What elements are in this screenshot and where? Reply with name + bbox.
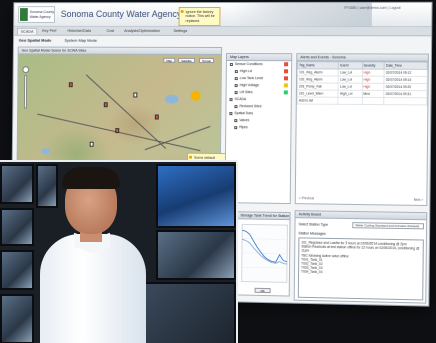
wall-monitor — [0, 164, 34, 204]
map-marker-icon[interactable] — [104, 102, 108, 107]
operator-photo — [0, 160, 238, 343]
map-type-map-button[interactable]: Map — [163, 58, 175, 63]
user-info[interactable]: FF3380 | user@demo.com | Logout — [344, 6, 400, 10]
previous-page-link[interactable]: < Previous — [299, 196, 314, 200]
map-lake — [165, 95, 179, 104]
station-messages-box[interactable]: 101_Regulator and Lowflw for 3 hours at … — [298, 237, 424, 300]
tank-trend-chart — [238, 221, 291, 286]
map-pan-control-icon[interactable] — [22, 66, 29, 73]
checkbox-icon[interactable] — [234, 105, 237, 108]
map-alert-marker-icon[interactable] — [191, 91, 201, 101]
tab-key-perf[interactable]: Key Perf — [39, 28, 59, 35]
map-zoom-slider[interactable] — [24, 75, 27, 109]
station-type-select[interactable]: Water Cycling Standard and Animator (Def… — [352, 222, 424, 229]
chart-ok-button[interactable]: OK — [255, 288, 271, 293]
map-lake — [41, 148, 51, 154]
map-road — [86, 74, 166, 148]
legend-swatch-icon — [284, 90, 288, 94]
checkbox-icon[interactable] — [235, 70, 238, 73]
subtab-system-map[interactable]: System Map Mode — [64, 38, 97, 43]
tab-settings[interactable]: Settings — [171, 28, 191, 35]
station-type-label: Select Station Type — [299, 222, 329, 227]
tab-cost[interactable]: Cost — [104, 28, 118, 35]
person-hair — [62, 167, 120, 189]
checkbox-icon[interactable] — [234, 126, 237, 129]
legend-item[interactable]: Pipes — [226, 124, 290, 132]
checkbox-icon[interactable] — [230, 63, 233, 66]
checkbox-icon[interactable] — [235, 84, 238, 87]
map-type-terrain-button[interactable]: Terrain — [199, 58, 214, 63]
map-marker-icon[interactable] — [133, 92, 137, 97]
legend-swatch-icon — [284, 76, 288, 80]
map-marker-icon[interactable] — [115, 128, 119, 133]
map-marker-icon[interactable] — [69, 82, 73, 87]
legend-swatch-icon — [284, 69, 288, 73]
logo-text: Sonoma County Water Agency — [30, 10, 55, 20]
column-header[interactable]: Event — [339, 62, 363, 69]
wall-monitor — [156, 230, 236, 280]
wall-monitor — [156, 164, 236, 228]
activity-board-panel: Activity Board Select Station Type Water… — [294, 210, 428, 303]
checkbox-icon[interactable] — [235, 77, 238, 80]
station-messages-label: Station Messages — [298, 231, 325, 235]
logo-mark-icon — [20, 8, 28, 21]
wall-monitor — [0, 208, 34, 246]
map-marker-icon[interactable] — [90, 142, 94, 147]
mode-subtabs: Geo Spatial Mode System Map Mode — [14, 36, 431, 47]
checkbox-icon[interactable] — [230, 98, 233, 101]
tank-trend-panel: Storage Tank Trend for Station OK — [235, 211, 290, 296]
legend-swatch-icon — [284, 83, 288, 87]
map-marker-icon[interactable] — [155, 115, 159, 120]
activity-board-title: Activity Board — [296, 211, 427, 220]
wall-monitor — [0, 294, 34, 343]
map-type-satellite-button[interactable]: Satellite — [178, 58, 195, 63]
tab-historian[interactable]: Historian/Data — [64, 28, 93, 35]
tab-analysis[interactable]: Analysis/Optimization — [121, 28, 163, 35]
checkbox-icon[interactable] — [234, 119, 237, 122]
column-header[interactable]: Severity — [362, 62, 384, 69]
next-page-link[interactable]: Next > — [414, 198, 424, 202]
sticky-note-top: Ignore the factory notice. This will be … — [179, 7, 221, 26]
wall-monitor — [0, 250, 34, 290]
tab-scada[interactable]: SCADA — [17, 28, 37, 35]
app-header: Sonoma County Water Agency Sonoma County… — [14, 3, 431, 27]
tank-trend-title: Storage Tank Trend for Station — [237, 212, 289, 220]
table-row[interactable]: Add to list — [297, 97, 427, 105]
alerts-panel: Alerts and Events - Sonoma Tag_Name Even… — [295, 53, 429, 206]
agency-logo: Sonoma County Water Agency — [18, 6, 55, 23]
checkbox-icon[interactable] — [235, 91, 238, 94]
checkbox-icon[interactable] — [229, 112, 232, 115]
wall-monitor — [140, 282, 236, 343]
wall-monitor — [36, 164, 58, 208]
legend-swatch-icon — [284, 62, 288, 66]
alerts-table: Tag_Name Event Severity Date_Time 101_Re… — [297, 61, 428, 105]
subtab-geo-spatial[interactable]: Geo Spatial Mode — [19, 38, 52, 43]
